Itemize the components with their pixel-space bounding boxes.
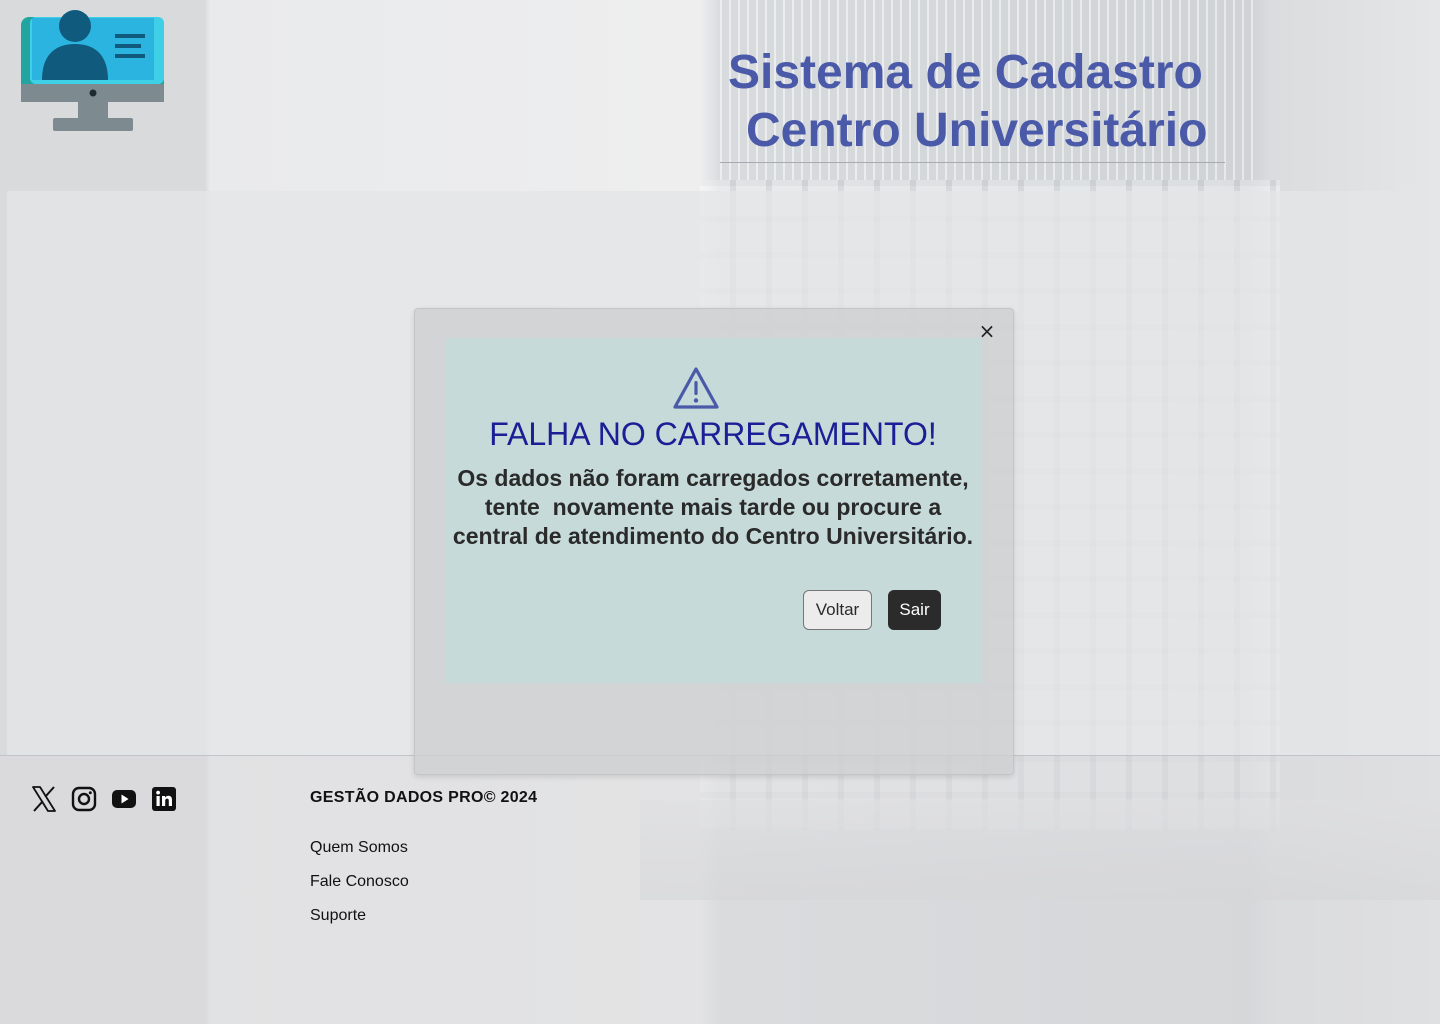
footer-links: Quem Somos Fale Conosco Suporte [310,837,409,939]
close-icon[interactable]: × [974,318,1000,344]
computer-user-profile-icon [20,8,166,134]
linkedin-icon[interactable] [151,786,177,812]
exit-button[interactable]: Sair [888,590,941,630]
back-button[interactable]: Voltar [803,590,872,630]
modal-title: FALHA NO CARREGAMENTO! [489,416,937,452]
footer-link-fale-conosco[interactable]: Fale Conosco [310,871,409,893]
title-line-1: Sistema de Cadastro [728,46,1203,99]
instagram-icon[interactable] [71,786,97,812]
warning-triangle-icon [672,366,720,410]
message-line: Os dados não foram carregados corretamen… [457,465,969,491]
message-line: central de atendimento do Centro Univers… [452,523,974,549]
modal-message: Os dados não foram carregados corretamen… [440,464,986,551]
youtube-icon[interactable] [111,786,137,812]
message-line: tente novamente mais tarde ou procure a [484,494,942,520]
footer-link-suporte[interactable]: Suporte [310,905,409,927]
footer-link-quem-somos[interactable]: Quem Somos [310,837,409,859]
footer-brand: GESTÃO DADOS PRO© 2024 [310,789,538,806]
page-title: Sistema de Cadastro Centro Universitário [720,44,1225,163]
footer [0,755,1440,1024]
x-twitter-icon[interactable] [31,786,57,812]
title-line-2: Centro Universitário [746,104,1208,157]
